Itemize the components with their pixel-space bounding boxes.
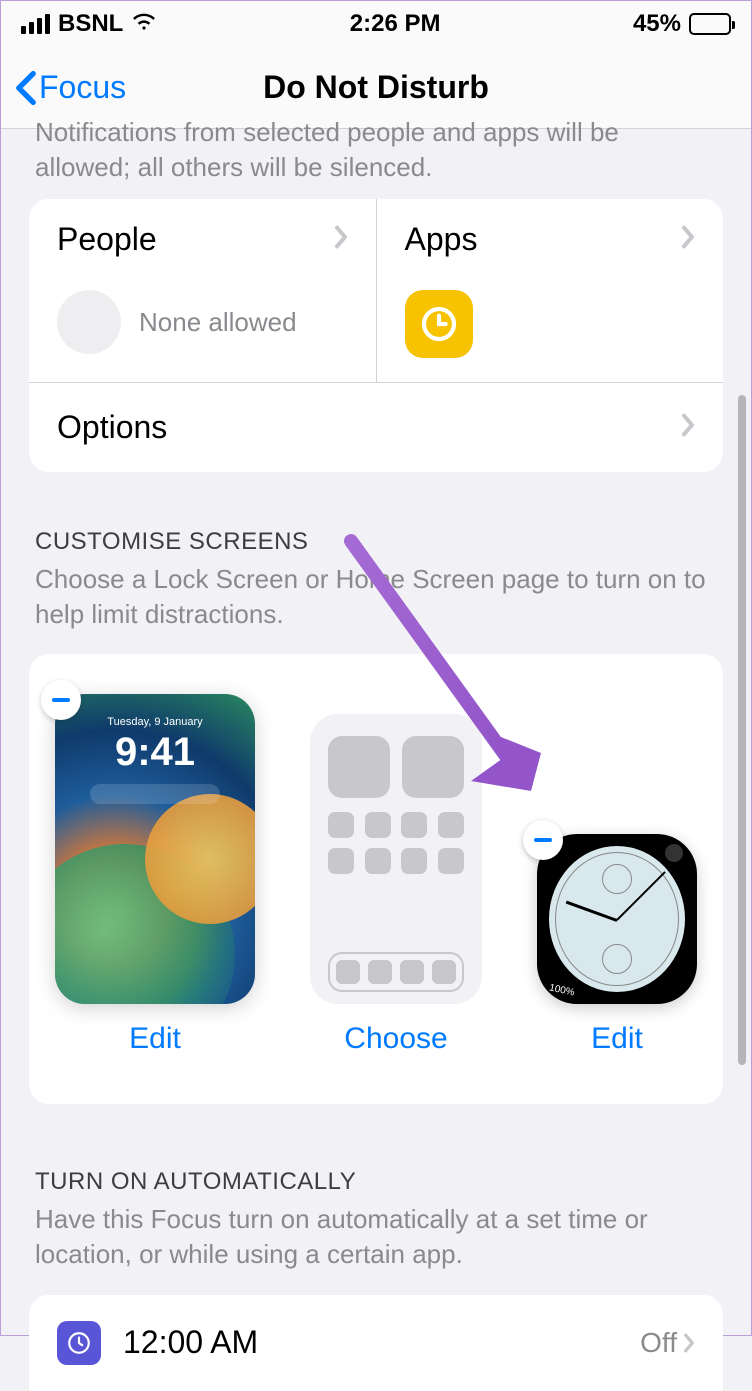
battery-percent: 45% — [633, 10, 681, 38]
watch-face-edit-button[interactable]: Edit — [591, 1022, 643, 1056]
cellular-signal-icon — [21, 14, 50, 34]
chevron-right-icon — [681, 225, 695, 254]
wifi-icon — [131, 8, 157, 41]
home-screen-item[interactable]: Choose — [310, 714, 482, 1056]
schedule-clock-icon — [57, 1321, 101, 1365]
schedule-row[interactable]: 12:00 AM Off — [29, 1295, 723, 1391]
home-screen-choose-button[interactable]: Choose — [344, 1022, 447, 1056]
section-subtitle: Have this Focus turn on automatically at… — [35, 1202, 717, 1272]
back-button[interactable]: Focus — [15, 69, 126, 106]
chevron-right-icon — [681, 413, 695, 442]
intro-description: Notifications from selected people and a… — [1, 115, 751, 199]
allowed-card: People None allowed Apps — [29, 199, 723, 472]
turn-on-auto-header: TURN ON AUTOMATICALLY Have this Focus tu… — [1, 1104, 751, 1276]
scroll-indicator[interactable] — [738, 395, 746, 1065]
options-label: Options — [57, 409, 167, 446]
lock-date: Tuesday, 9 January — [55, 716, 255, 728]
apps-cell[interactable]: Apps — [377, 199, 724, 382]
schedule-state: Off — [640, 1327, 695, 1359]
people-title: People — [57, 221, 157, 258]
section-title: TURN ON AUTOMATICALLY — [35, 1168, 717, 1196]
watch-face-preview: 100% — [537, 834, 697, 1004]
chevron-right-icon — [334, 225, 348, 254]
watch-face-item[interactable]: 100% Edit — [537, 834, 697, 1056]
customise-screens-header: CUSTOMISE SCREENS Choose a Lock Screen o… — [1, 472, 751, 636]
watch-battery: 100% — [548, 983, 575, 999]
chevron-left-icon — [15, 70, 37, 106]
lock-screen-item[interactable]: Tuesday, 9 January 9:41 Edit — [55, 694, 255, 1056]
clock-app-icon — [405, 290, 473, 358]
person-placeholder-icon — [57, 290, 121, 354]
screens-card: Tuesday, 9 January 9:41 Edit Choose — [29, 654, 723, 1104]
battery-icon — [689, 13, 731, 35]
section-title: CUSTOMISE SCREENS — [35, 528, 717, 556]
back-label: Focus — [39, 69, 126, 106]
lock-time: 9:41 — [55, 730, 255, 775]
section-subtitle: Choose a Lock Screen or Home Screen page… — [35, 562, 717, 632]
carrier-label: BSNL — [58, 10, 123, 38]
status-time: 2:26 PM — [350, 10, 441, 38]
home-screen-preview — [310, 714, 482, 1004]
options-row[interactable]: Options — [29, 383, 723, 472]
status-bar: BSNL 2:26 PM 45% — [1, 1, 751, 47]
people-cell[interactable]: People None allowed — [29, 199, 377, 382]
lock-screen-preview: Tuesday, 9 January 9:41 — [55, 694, 255, 1004]
apps-title: Apps — [405, 221, 478, 258]
schedule-time: 12:00 AM — [123, 1324, 258, 1361]
lock-screen-edit-button[interactable]: Edit — [129, 1022, 181, 1056]
people-status: None allowed — [139, 307, 297, 338]
